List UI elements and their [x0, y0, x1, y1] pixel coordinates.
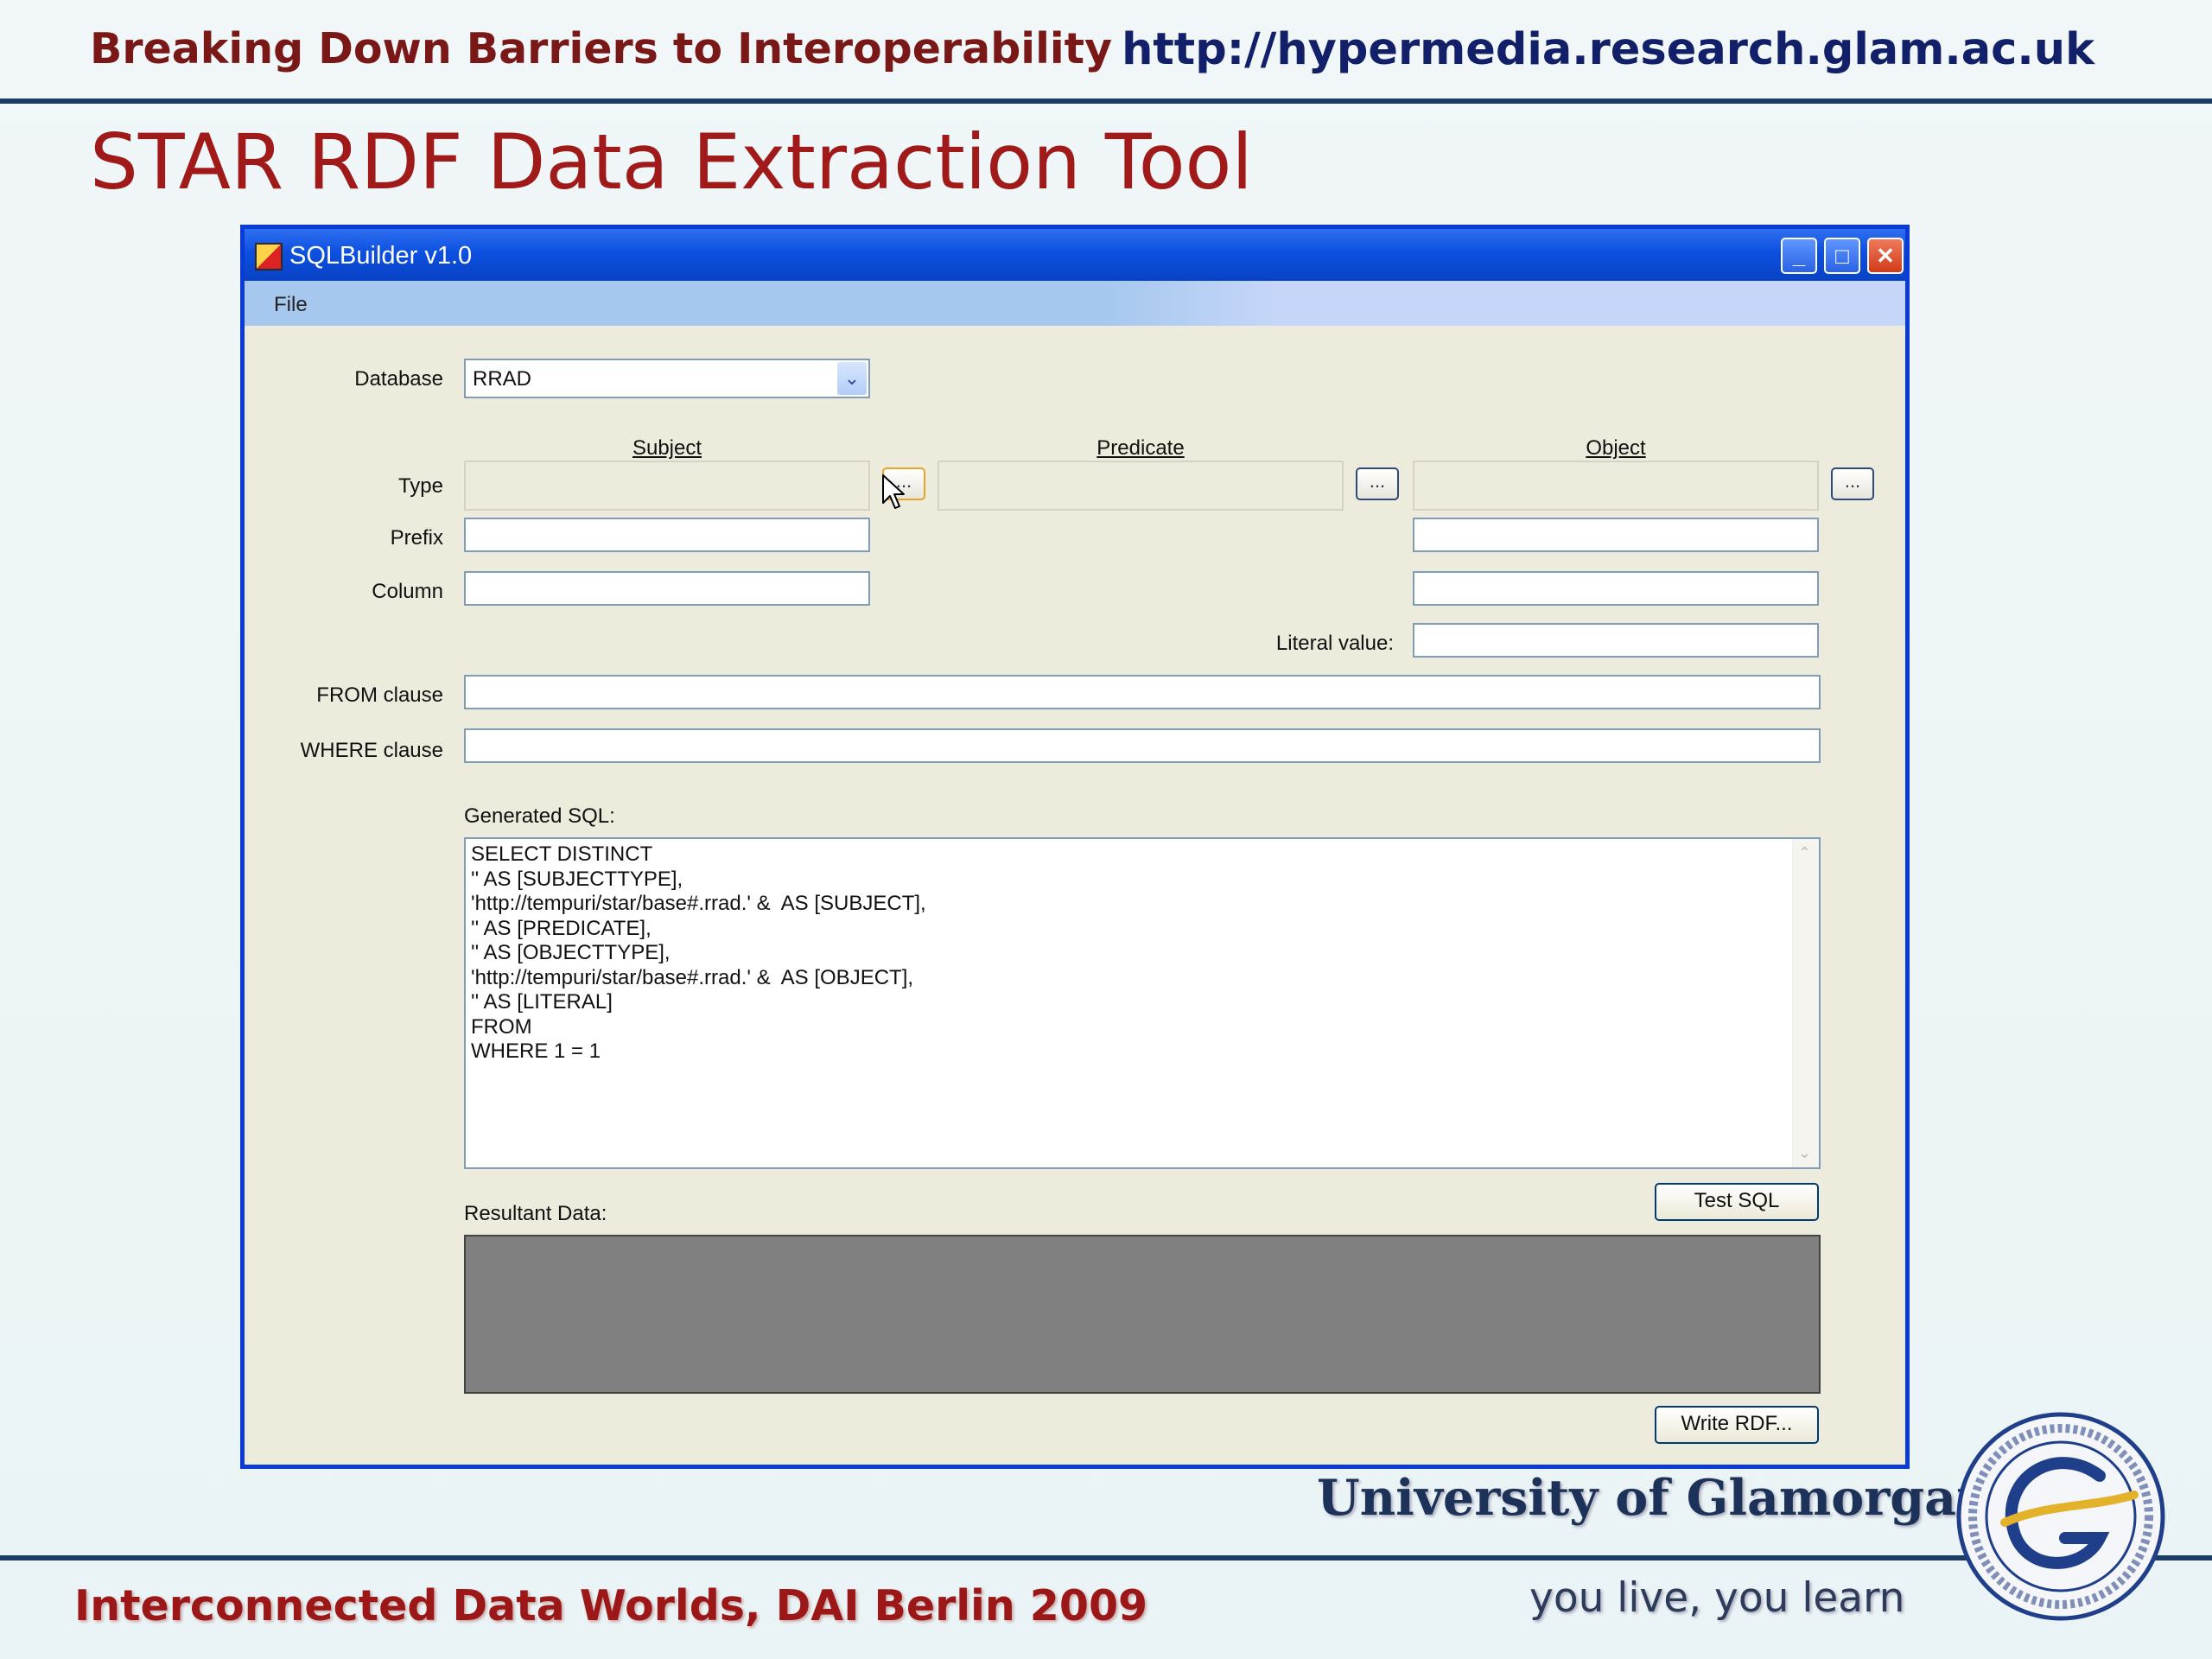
literal-value-label: Literal value: [1275, 632, 1394, 655]
slide-title: STAR RDF Data Extraction Tool [90, 118, 1253, 207]
object-column-field[interactable] [1413, 571, 1819, 606]
where-clause-label: WHERE clause [300, 739, 443, 762]
scroll-down-icon[interactable]: ⌄ [1798, 1144, 1811, 1162]
predicate-column-header: Predicate [1096, 436, 1185, 460]
window-titlebar[interactable]: SQLBuilder v1.0 _ □ ✕ [245, 229, 1905, 281]
literal-value-field[interactable] [1413, 623, 1819, 658]
resultant-data-grid[interactable] [464, 1235, 1821, 1394]
from-clause-label: FROM clause [316, 683, 443, 707]
object-column-header: Object [1586, 436, 1646, 460]
app-icon [255, 243, 283, 270]
slide-header-title: Breaking Down Barriers to Interoperabili… [90, 24, 1113, 73]
generated-sql-textarea[interactable]: SELECT DISTINCT '' AS [SUBJECTTYPE], 'ht… [464, 837, 1821, 1169]
object-type-field[interactable] [1413, 461, 1819, 511]
test-sql-button[interactable]: Test SQL [1655, 1183, 1819, 1221]
prefix-label: Prefix [390, 526, 443, 550]
write-rdf-button[interactable]: Write RDF... [1655, 1406, 1819, 1444]
sql-scrollbar[interactable]: ⌃ ⌄ [1792, 839, 1819, 1167]
subject-column-field[interactable] [464, 571, 870, 606]
database-value: RRAD [473, 367, 532, 391]
university-name: University of Glamorgan [1317, 1469, 1993, 1527]
mouse-cursor-icon [882, 474, 905, 509]
predicate-type-field[interactable] [938, 461, 1344, 511]
from-clause-field[interactable] [464, 675, 1821, 709]
subject-prefix-field[interactable] [464, 518, 870, 552]
chevron-down-icon[interactable]: ⌄ [837, 362, 867, 395]
university-seal-icon [1956, 1412, 2165, 1621]
type-label: Type [397, 474, 443, 498]
subject-type-field[interactable] [464, 461, 870, 511]
maximize-button[interactable]: □ [1824, 238, 1860, 274]
generated-sql-label: Generated SQL: [464, 804, 615, 828]
conference-footer: Interconnected Data Worlds, DAI Berlin 2… [74, 1581, 1148, 1630]
column-label: Column [372, 580, 443, 603]
predicate-type-browse-button[interactable]: ... [1356, 467, 1399, 500]
generated-sql-text: SELECT DISTINCT '' AS [SUBJECTTYPE], 'ht… [471, 842, 926, 1063]
close-button[interactable]: ✕ [1867, 238, 1904, 274]
subject-column-header: Subject [632, 436, 702, 460]
minimize-button[interactable]: _ [1781, 238, 1817, 274]
footer-divider [0, 1555, 2212, 1560]
database-select[interactable]: RRAD ⌄ [464, 359, 870, 398]
menu-file[interactable]: File [274, 293, 308, 317]
scroll-up-icon[interactable]: ⌃ [1798, 844, 1811, 862]
database-label: Database [354, 367, 443, 391]
resultant-data-label: Resultant Data: [464, 1202, 607, 1225]
where-clause-field[interactable] [464, 728, 1821, 763]
menubar: File [245, 281, 1905, 326]
sqlbuilder-window: SQLBuilder v1.0 _ □ ✕ File Database RRAD… [240, 225, 1910, 1469]
object-prefix-field[interactable] [1413, 518, 1819, 552]
slide-header-url: http://hypermedia.research.glam.ac.uk [1122, 24, 2094, 75]
header-divider [0, 99, 2212, 104]
university-slogan: you live, you learn [1529, 1574, 1905, 1622]
object-type-browse-button[interactable]: ... [1831, 467, 1874, 500]
window-title: SQLBuilder v1.0 [289, 242, 473, 270]
